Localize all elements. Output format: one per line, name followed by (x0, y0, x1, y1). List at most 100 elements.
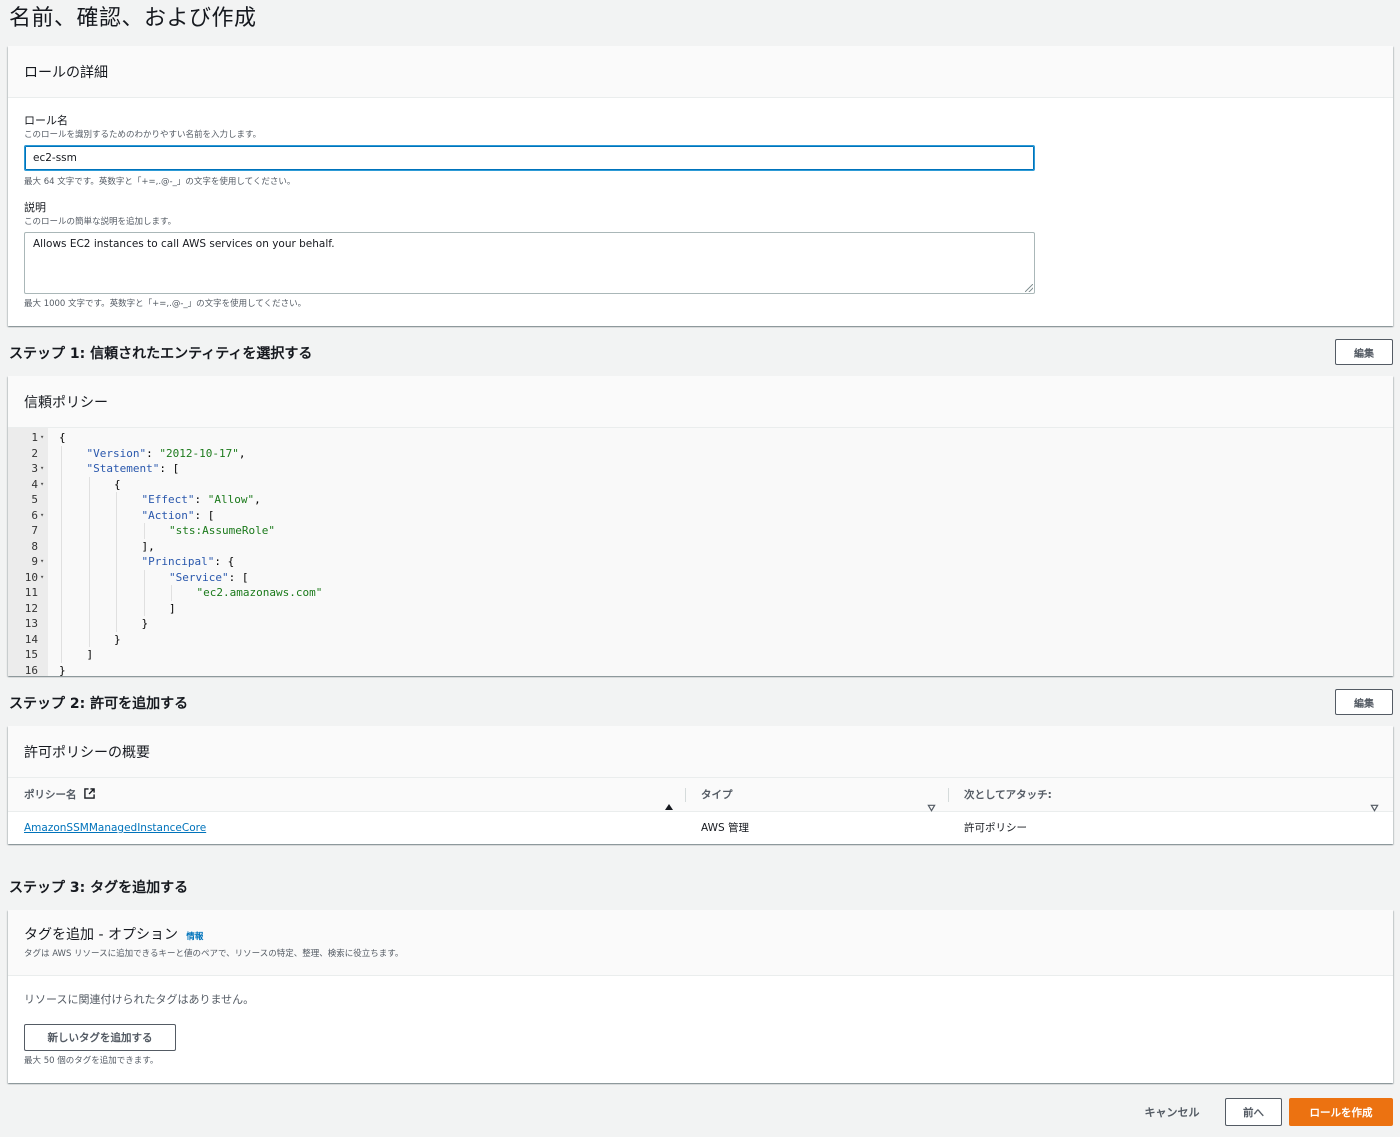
indent-guide (88, 554, 90, 570)
indent-guide (88, 523, 90, 539)
page-title: 名前、確認、および作成 (9, 6, 257, 31)
column-header-type[interactable]: タイプ (701, 778, 733, 812)
policy-type-cell: AWS 管理 (701, 822, 749, 834)
indent-guide (143, 569, 145, 585)
json-punctuation: : [ (228, 570, 249, 584)
code-text: "Version": "2012-10-17", (87, 446, 246, 462)
line-number: 7 (31, 524, 38, 537)
line-number: 12 (24, 601, 38, 615)
indent-guide (143, 585, 145, 601)
column-divider (685, 788, 686, 802)
code-text: } (142, 616, 149, 632)
line-number: 9 (31, 555, 38, 568)
code-line: 2 "Version": "2012-10-17", (8, 445, 1393, 462)
policy-code-editor[interactable]: 1 ▾{2 "Version": "2012-10-17", 3 ▾ "Statement… (8, 428, 1393, 677)
add-tag-button[interactable]: 新しいタグを追加する (24, 1024, 176, 1051)
code-line: 6 ▾ "Action": [ (8, 507, 1393, 524)
line-number: 4 (31, 477, 38, 491)
json-punctuation: : [ (159, 462, 180, 475)
indent-guide (61, 600, 62, 616)
fold-toggle-icon[interactable]: ▾ (40, 508, 44, 524)
column-header-policy-name[interactable]: ポリシー名 (24, 778, 95, 812)
indent-guide (61, 523, 62, 539)
code-line: 7 "sts:AssumeRole" (8, 523, 1393, 539)
role-name-hint: 最大 64 文字です。英数字と「+=,.@-_」の文字を使用してください。 (24, 177, 296, 187)
line-number: 11 (24, 586, 38, 599)
json-string: "sts:AssumeRole" (169, 524, 275, 537)
description-label: 説明 (24, 201, 46, 214)
indent-guide (88, 476, 90, 492)
previous-button[interactable]: 前へ (1225, 1098, 1282, 1126)
code-text: { (114, 477, 121, 493)
indent-guide (116, 569, 117, 585)
trust-policy-card: 信頼ポリシー 1 ▾{2 "Version": "2012-10-17", 3 ▾ "St… (8, 376, 1393, 677)
description-description: このロールの簡単な説明を追加します。 (24, 217, 177, 227)
json-punctuation: ] (86, 648, 94, 661)
code-line: 4 ▾ { (8, 476, 1393, 493)
indent-guide (88, 616, 90, 632)
json-key: "Service" (169, 570, 229, 584)
code-text: "Statement": [ (87, 461, 180, 477)
indent-guide (88, 538, 90, 554)
resize-grip-icon[interactable] (1025, 284, 1033, 292)
indent-guide (116, 616, 117, 632)
code-text: "ec2.amazonaws.com" (197, 585, 323, 601)
indent-guide (61, 616, 62, 632)
line-number: 13 (24, 617, 38, 630)
fold-toggle-icon[interactable]: ▾ (40, 430, 44, 446)
code-line: 5 "Effect": "Allow", (8, 492, 1393, 508)
fold-toggle-icon[interactable]: ▾ (40, 477, 44, 493)
json-key: "Effect" (141, 493, 195, 506)
json-key: "Principal" (141, 555, 215, 568)
fold-toggle-icon[interactable]: ▾ (40, 554, 44, 570)
column-divider (948, 788, 949, 802)
line-number: 16 (24, 663, 38, 677)
line-number: 8 (31, 539, 38, 553)
step2-edit-button[interactable]: 編集 (1335, 689, 1393, 715)
attached-as-cell: 許可ポリシー (964, 822, 1027, 834)
json-punctuation: : (146, 446, 160, 460)
indent-guide (171, 585, 172, 601)
json-key: "Statement" (86, 462, 160, 475)
code-text: ] (169, 601, 176, 617)
indent-guide (61, 569, 62, 585)
code-line: 10 ▾ "Service": [ (8, 569, 1393, 586)
column-header-attached-as[interactable]: 次としてアタッチ: (964, 778, 1052, 812)
code-line: 11 "ec2.amazonaws.com" (8, 585, 1393, 601)
indent-guide (61, 585, 62, 601)
table-header-row: ポリシー名 タイプ 次としてアタッチ: (8, 778, 1393, 812)
step1-heading: ステップ 1: 信頼されたエンティティを選択する (9, 346, 313, 362)
role-details-card: ロールの詳細 ロール名 このロールを識別するためのわかりやすい名前を入力します。… (8, 46, 1393, 326)
step1-edit-button[interactable]: 編集 (1335, 339, 1393, 365)
json-punctuation: { (59, 431, 66, 444)
cancel-button[interactable]: キャンセル (1130, 1098, 1214, 1126)
tags-header: タグを追加 - オプション 情報 タグは AWS リソースに追加できるキーと値の… (8, 910, 1393, 976)
fold-toggle-icon[interactable]: ▾ (40, 461, 44, 477)
code-text: "Principal": { (142, 554, 235, 570)
indent-guide (61, 461, 62, 477)
code-line: 15] (8, 647, 1393, 663)
add-tag-hint: 最大 50 個のタグを追加できます。 (24, 1056, 159, 1066)
json-punctuation: , (238, 446, 246, 460)
json-punctuation: : (194, 493, 208, 506)
description-hint: 最大 1000 文字です。英数字と「+=,.@-_」の文字を使用してください。 (24, 299, 307, 309)
permissions-header: 許可ポリシーの概要 (8, 726, 1393, 778)
json-key: "Action" (141, 508, 195, 522)
line-number: 14 (24, 632, 38, 646)
indent-guide (116, 492, 117, 508)
json-punctuation: } (141, 617, 149, 630)
description-textarea[interactable]: Allows EC2 instances to call AWS service… (24, 232, 1035, 294)
json-punctuation: ] (169, 601, 176, 615)
indent-guide (88, 600, 90, 616)
indent-guide (61, 554, 62, 570)
create-role-button[interactable]: ロールを作成 (1289, 1098, 1393, 1126)
indent-guide (116, 538, 117, 554)
step3-heading: ステップ 3: タグを追加する (9, 880, 189, 896)
indent-guide (116, 507, 117, 523)
role-name-input[interactable]: ec2-ssm (24, 145, 1035, 171)
policy-name-link[interactable]: AmazonSSMManagedInstanceCore (24, 812, 206, 844)
code-text: "Service": [ (169, 570, 248, 586)
fold-toggle-icon[interactable]: ▾ (40, 570, 44, 586)
no-tags-text: リソースに関連付けられたタグはありません。 (24, 993, 255, 1006)
info-link[interactable]: 情報 (186, 932, 203, 942)
